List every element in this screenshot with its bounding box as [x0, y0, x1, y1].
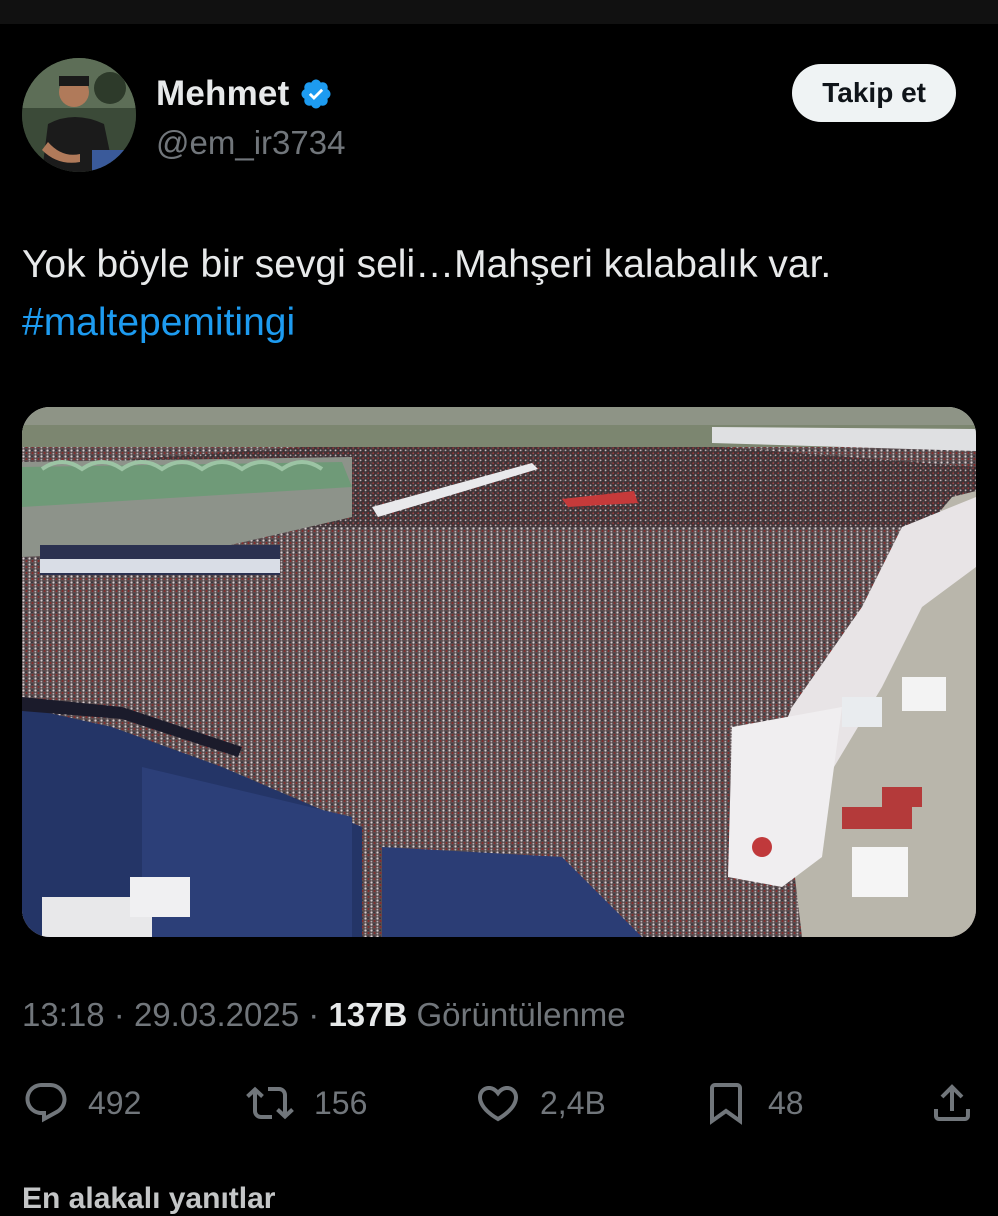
tweet-date[interactable]: 29.03.2025 — [134, 996, 299, 1033]
avatar-photo — [22, 58, 136, 172]
like-count: 2,4B — [540, 1084, 606, 1121]
reply-button[interactable]: 492 — [22, 1074, 141, 1132]
retweet-count: 156 — [314, 1084, 368, 1121]
bookmark-icon — [710, 1083, 742, 1125]
share-icon — [934, 1084, 970, 1121]
tweet-meta: 13:18 · 29.03.2025 · 137B Görüntülenme — [22, 996, 626, 1034]
tweet-time[interactable]: 13:18 — [22, 996, 105, 1033]
views-count: 137B — [328, 996, 408, 1033]
tweet-body: Yok böyle bir sevgi seli…Mahşeri kalabal… — [22, 243, 832, 286]
replies-sort-dropdown[interactable]: En alakalı yanıtlar — [22, 1182, 275, 1216]
meta-separator: · — [308, 996, 320, 1033]
status-bar-strip — [0, 0, 998, 24]
tweet-header: Mehmet @em_ir3734 Takip et — [22, 58, 962, 176]
bookmark-button[interactable]: 48 — [702, 1074, 804, 1132]
name-row: Mehmet — [156, 74, 333, 114]
hashtag-link[interactable]: #maltepemitingi — [22, 294, 962, 352]
tweet-media[interactable] — [22, 407, 976, 937]
display-name[interactable]: Mehmet — [156, 74, 289, 114]
meta-separator: · — [113, 996, 125, 1033]
rally-crowd-photo — [22, 407, 976, 937]
reply-icon — [25, 1083, 67, 1123]
verified-badge-icon — [299, 77, 333, 111]
share-button[interactable] — [928, 1074, 976, 1132]
like-button[interactable]: 2,4B — [474, 1074, 606, 1132]
handle[interactable]: @em_ir3734 — [156, 124, 345, 162]
reply-count: 492 — [88, 1084, 142, 1121]
follow-button[interactable]: Takip et — [792, 64, 956, 122]
tweet-text: Yok böyle bir sevgi seli…Mahşeri kalabal… — [22, 236, 962, 352]
views-label: Görüntülenme — [416, 996, 626, 1033]
retweet-button[interactable]: 156 — [244, 1074, 367, 1132]
heart-icon — [477, 1086, 519, 1122]
tweet-actions: 492 156 2,4B 48 — [22, 1074, 977, 1132]
retweet-icon — [246, 1086, 294, 1120]
bookmark-count: 48 — [768, 1084, 804, 1121]
avatar[interactable] — [22, 58, 136, 172]
